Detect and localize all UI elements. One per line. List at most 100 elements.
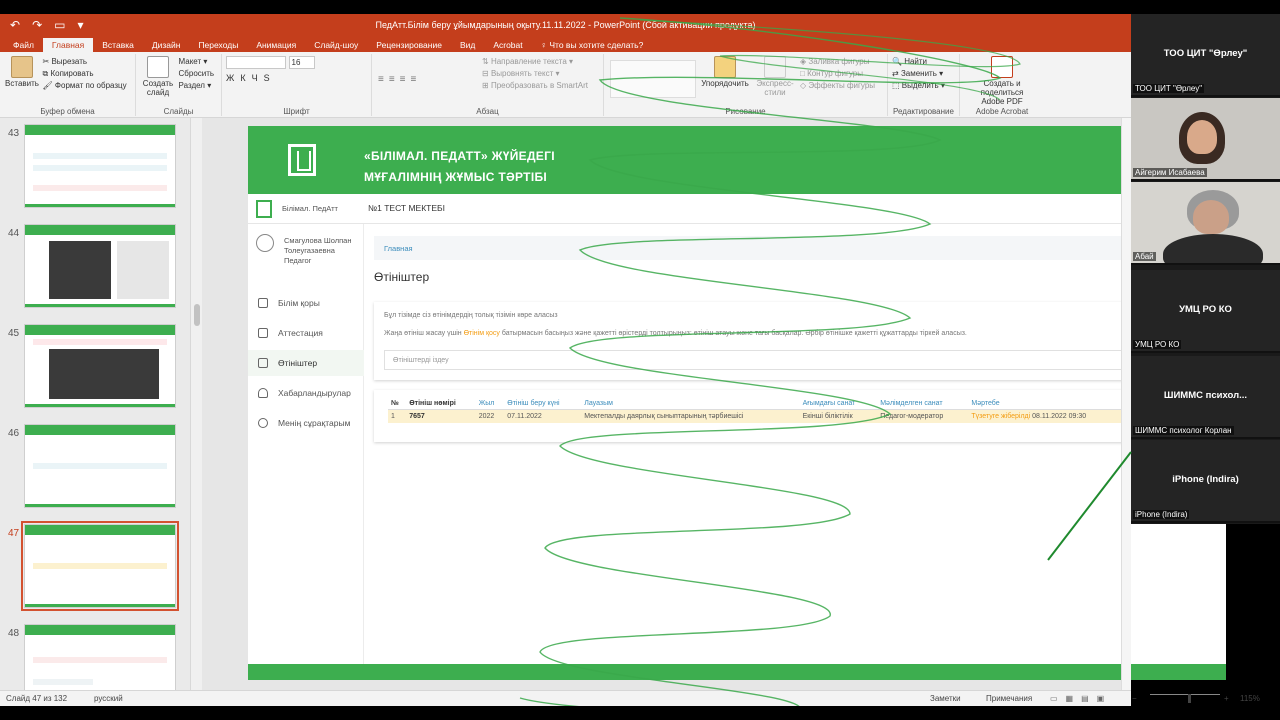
font-name-input[interactable] xyxy=(226,56,286,69)
zoom-out-icon[interactable]: − xyxy=(1132,694,1137,703)
thumbnail-image[interactable] xyxy=(24,424,176,508)
participant-video-tile[interactable]: Абай xyxy=(1131,182,1280,265)
cut-button[interactable]: ✂ Вырезать xyxy=(43,56,127,68)
slide-editing-pane: «БІЛІМАЛ. ПЕДАТТ» ЖҮЙЕДЕГІ МҰҒАЛІМНІҢ ЖҰ… xyxy=(202,118,1226,690)
thumbnail-image[interactable] xyxy=(24,124,176,208)
col-header: Жыл xyxy=(475,398,505,410)
tell-me-label: Что вы хотите сделать? xyxy=(549,40,644,50)
font-group-label: Шрифт xyxy=(283,107,310,116)
font-size-input[interactable]: 16 xyxy=(288,56,315,69)
thumbnail-44[interactable]: 44 xyxy=(0,222,190,312)
comments-button[interactable]: Примечания xyxy=(986,694,1032,703)
thumbnails-scrollbar[interactable] xyxy=(190,118,202,690)
scroll-thumb[interactable] xyxy=(194,304,200,326)
copy-button[interactable]: ⧉ Копировать xyxy=(43,68,127,80)
thumbnail-46[interactable]: 46 xyxy=(0,422,190,512)
tab-transitions[interactable]: Переходы xyxy=(189,38,247,52)
ribbon: Вставить ✂ Вырезать ⧉ Копировать 🖌 Форма… xyxy=(0,52,1131,118)
paste-button[interactable]: Вставить xyxy=(4,56,40,88)
participant-label: УМЦ РО КО xyxy=(1133,340,1182,349)
underline-button[interactable]: Ч xyxy=(252,73,264,83)
tab-insert[interactable]: Вставка xyxy=(93,38,143,52)
participant-tile[interactable]: ШИММС психол... ШИММС психолог Корлан xyxy=(1131,356,1280,439)
tab-file[interactable]: Файл xyxy=(4,38,43,52)
breadcrumb: Главная xyxy=(374,236,1226,260)
editing-group-label: Редактирование xyxy=(893,107,954,116)
status-date: 08.11.2022 09:30 xyxy=(1032,413,1087,420)
select-button[interactable]: ⬚ Выделить ▾ xyxy=(892,80,955,92)
site-main: Главная Өтініштер Бұл тізімде сіз өтінім… xyxy=(364,224,1226,664)
video-call-participants-panel: ТОО ЦИТ "Өрлеу" ТОО ЦИТ "Өрлеу" Айгерим … xyxy=(1131,14,1280,524)
bold-button[interactable]: Ж xyxy=(226,73,240,83)
editing-group: 🔍 Найти ⇄ Заменить ▾ ⬚ Выделить ▾ Редакт… xyxy=(888,54,960,116)
zoom-in-icon[interactable]: + xyxy=(1224,694,1229,703)
participant-tile[interactable]: iPhone (Indira) iPhone (Indira) xyxy=(1131,440,1280,523)
participant-tile[interactable]: ТОО ЦИТ "Өрлеу" ТОО ЦИТ "Өрлеу" xyxy=(1131,14,1280,97)
participant-tile[interactable]: УМЦ РО КО УМЦ РО КО xyxy=(1131,270,1280,353)
shape-effects-button[interactable]: ◇ Эффекты фигуры xyxy=(800,80,875,92)
shape-fill-button[interactable]: ◈ Заливка фигуры xyxy=(800,56,875,68)
applications-table-card: № Өтініш нөмірі Жыл Өтініш беру күні Лау… xyxy=(374,390,1226,442)
slide-scrollbar[interactable] xyxy=(1121,118,1131,690)
window-title: ПедАтт.Білім беру ұйымдарының оқыту.11.1… xyxy=(375,20,756,30)
drawing-group: Упорядочить Экспресс-стили ◈ Заливка фиг… xyxy=(604,54,888,116)
zoom-slider-knob[interactable] xyxy=(1188,694,1191,703)
tell-me-search[interactable]: ♀ Что вы хотите сделать? xyxy=(532,38,653,52)
thumbnail-43[interactable]: 43 xyxy=(0,122,190,212)
notes-button[interactable]: Заметки xyxy=(930,694,961,703)
arrange-button[interactable]: Упорядочить xyxy=(700,56,750,88)
strikethrough-button[interactable]: S xyxy=(264,73,276,83)
new-slide-button[interactable]: Создать слайд xyxy=(140,56,176,97)
participant-video-tile[interactable]: Айгерим Исабаева xyxy=(1131,98,1280,181)
zoom-level[interactable]: 115% xyxy=(1240,694,1260,703)
section-button[interactable]: Раздел ▾ xyxy=(179,80,215,92)
quick-styles-button[interactable]: Экспресс-стили xyxy=(752,56,798,97)
thumbnail-47[interactable]: 47 xyxy=(0,521,190,612)
thumbnail-image[interactable] xyxy=(24,324,176,408)
participant-label: ШИММС психолог Корлан xyxy=(1133,426,1234,435)
tab-review[interactable]: Рецензирование xyxy=(367,38,451,52)
format-painter-button[interactable]: 🖌 Формат по образцу xyxy=(43,80,127,92)
thumbnail-image[interactable] xyxy=(24,224,176,308)
find-button[interactable]: 🔍 Найти xyxy=(892,56,955,68)
tab-view[interactable]: Вид xyxy=(451,38,484,52)
view-buttons[interactable]: ▭▦▤▣ xyxy=(1050,694,1112,703)
col-header: Мәртебе xyxy=(968,398,1128,410)
book-icon xyxy=(258,298,268,308)
paragraph-group: ⇅ Направление текста ▾ ⊟ Выровнять текст… xyxy=(372,54,604,116)
participant-display-name: ТОО ЦИТ "Өрлеу" xyxy=(1163,48,1248,59)
ribbon-tabs: Файл Главная Вставка Дизайн Переходы Ани… xyxy=(0,38,1131,52)
tab-home[interactable]: Главная xyxy=(42,38,94,52)
create-pdf-button[interactable]: Создать и поделиться Adobe PDF xyxy=(964,56,1040,106)
text-direction-button[interactable]: ⇅ Направление текста ▾ xyxy=(482,56,588,68)
tab-design[interactable]: Дизайн xyxy=(143,38,190,52)
pdf-icon xyxy=(991,56,1013,78)
shape-outline-button[interactable]: □ Контур фигуры xyxy=(800,68,875,80)
participant-label: ТОО ЦИТ "Өрлеу" xyxy=(1133,84,1205,93)
participant-display-name: iPhone (Indira) xyxy=(1172,474,1239,485)
replace-button[interactable]: ⇄ Заменить ▾ xyxy=(892,68,955,80)
align-text-button[interactable]: ⊟ Выровнять текст ▾ xyxy=(482,68,588,80)
thumbnail-image-selected[interactable] xyxy=(21,521,179,611)
tab-animations[interactable]: Анимация xyxy=(247,38,305,52)
tab-acrobat[interactable]: Acrobat xyxy=(484,38,531,52)
reset-button[interactable]: Сбросить xyxy=(179,68,215,80)
italic-button[interactable]: К xyxy=(240,73,251,83)
top-black-bar xyxy=(0,0,1280,14)
shapes-gallery[interactable] xyxy=(610,60,696,98)
layout-button[interactable]: Макет ▾ xyxy=(179,56,215,68)
bottom-black-bar xyxy=(0,706,1280,720)
smartart-button[interactable]: ⊞ Преобразовать в SmartArt xyxy=(482,80,588,92)
slide-footer-band xyxy=(248,664,1226,680)
zoom-slider[interactable] xyxy=(1150,694,1220,695)
status-bar: Слайд 47 из 132 русский Заметки Примечан… xyxy=(0,690,1260,706)
menu-item-attestation: Аттестация xyxy=(248,320,364,346)
thumbnail-45[interactable]: 45 xyxy=(0,322,190,412)
alignment-icons[interactable]: ≡≡≡≡ xyxy=(378,74,421,85)
info-line-2: Жаңа өтініш жасау үшін Өтінім қосу батыр… xyxy=(384,330,967,337)
language-indicator[interactable]: русский xyxy=(94,694,123,703)
tab-slideshow[interactable]: Слайд-шоу xyxy=(305,38,367,52)
quick-styles-icon xyxy=(764,56,786,78)
table-header-row: № Өтініш нөмірі Жыл Өтініш беру күні Лау… xyxy=(388,398,1128,410)
current-slide[interactable]: «БІЛІМАЛ. ПЕДАТТ» ЖҮЙЕДЕГІ МҰҒАЛІМНІҢ ЖҰ… xyxy=(248,126,1226,680)
